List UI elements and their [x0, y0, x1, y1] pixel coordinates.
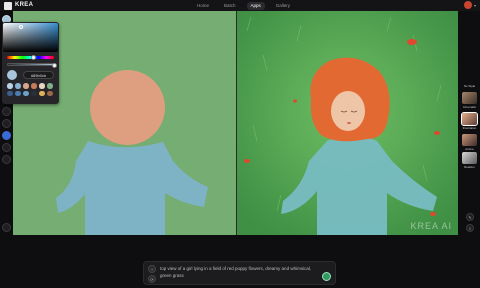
trash-icon[interactable] [2, 223, 11, 232]
top-bar: KREA Home Batch Apps Gallery ▾ [0, 0, 480, 11]
tab-gallery[interactable]: Gallery [272, 2, 294, 10]
style-label: Cinematic [462, 105, 477, 109]
style-label: Anime [465, 147, 474, 151]
settings-icon[interactable]: ✎ [466, 213, 474, 221]
krea-logo-icon [4, 1, 12, 10]
tab-apps[interactable]: Apps [246, 1, 265, 10]
redo-icon[interactable] [2, 119, 11, 128]
app-logo[interactable]: KREA [4, 1, 33, 10]
download-icon[interactable]: ⇩ [466, 224, 474, 232]
opacity-slider[interactable] [7, 63, 57, 68]
hue-slider[interactable] [7, 55, 54, 60]
palette-swatch[interactable] [23, 83, 29, 89]
prompt-bar: + ⟳ top view of a girl lying in a field … [143, 261, 336, 285]
palette-swatch[interactable] [15, 90, 21, 96]
move-icon[interactable] [2, 155, 11, 164]
eraser-icon[interactable] [2, 143, 11, 152]
avatar[interactable] [463, 1, 472, 9]
attach-image-icon[interactable]: + [148, 265, 156, 273]
app-name: KREA [15, 2, 34, 8]
style-thumbnail[interactable] [461, 112, 478, 126]
watermark: KREA AI [410, 221, 452, 231]
dice-icon[interactable]: ⟳ [148, 275, 156, 283]
palette-swatch[interactable] [39, 90, 45, 96]
palette-swatch[interactable] [47, 83, 53, 89]
generated-image: KREA AI [237, 11, 458, 235]
hex-input[interactable]: #89b0cb [23, 71, 54, 79]
swatch-palette [7, 83, 55, 96]
style-thumbnail[interactable] [462, 134, 477, 146]
opacity-slider-knob[interactable] [52, 63, 57, 68]
palette-swatch[interactable] [47, 90, 53, 96]
style-label: Realism [464, 165, 475, 169]
saturation-value-field[interactable] [3, 23, 58, 52]
palette-swatch[interactable] [23, 90, 29, 96]
current-color-preview [7, 70, 17, 80]
palette-swatch[interactable] [7, 83, 13, 89]
palette-swatch[interactable] [31, 90, 37, 96]
style-label: No Style [463, 84, 476, 88]
sv-handle[interactable] [19, 25, 23, 29]
generated-artwork [237, 11, 458, 235]
style-thumbnail[interactable] [462, 92, 477, 104]
prompt-input[interactable]: top view of a girl lying in a field of r… [160, 266, 320, 279]
tab-home[interactable]: Home [193, 2, 213, 10]
brush-icon[interactable] [2, 131, 11, 140]
main-nav: Home Batch Apps Gallery [193, 0, 294, 11]
hue-slider-knob[interactable] [31, 55, 36, 60]
palette-swatch[interactable] [31, 83, 37, 89]
generate-button[interactable] [322, 272, 331, 281]
undo-icon[interactable] [2, 107, 11, 116]
palette-swatch[interactable] [15, 83, 21, 89]
chevron-down-icon[interactable]: ▾ [474, 3, 476, 8]
color-picker-panel: #89b0cb [2, 22, 59, 104]
style-thumbnail[interactable] [462, 152, 477, 164]
palette-swatch[interactable] [7, 90, 13, 96]
tab-batch[interactable]: Batch [220, 2, 240, 10]
palette-swatch[interactable] [39, 83, 45, 89]
style-label: Illustration [462, 126, 477, 130]
user-menu[interactable]: ▾ [463, 1, 476, 9]
